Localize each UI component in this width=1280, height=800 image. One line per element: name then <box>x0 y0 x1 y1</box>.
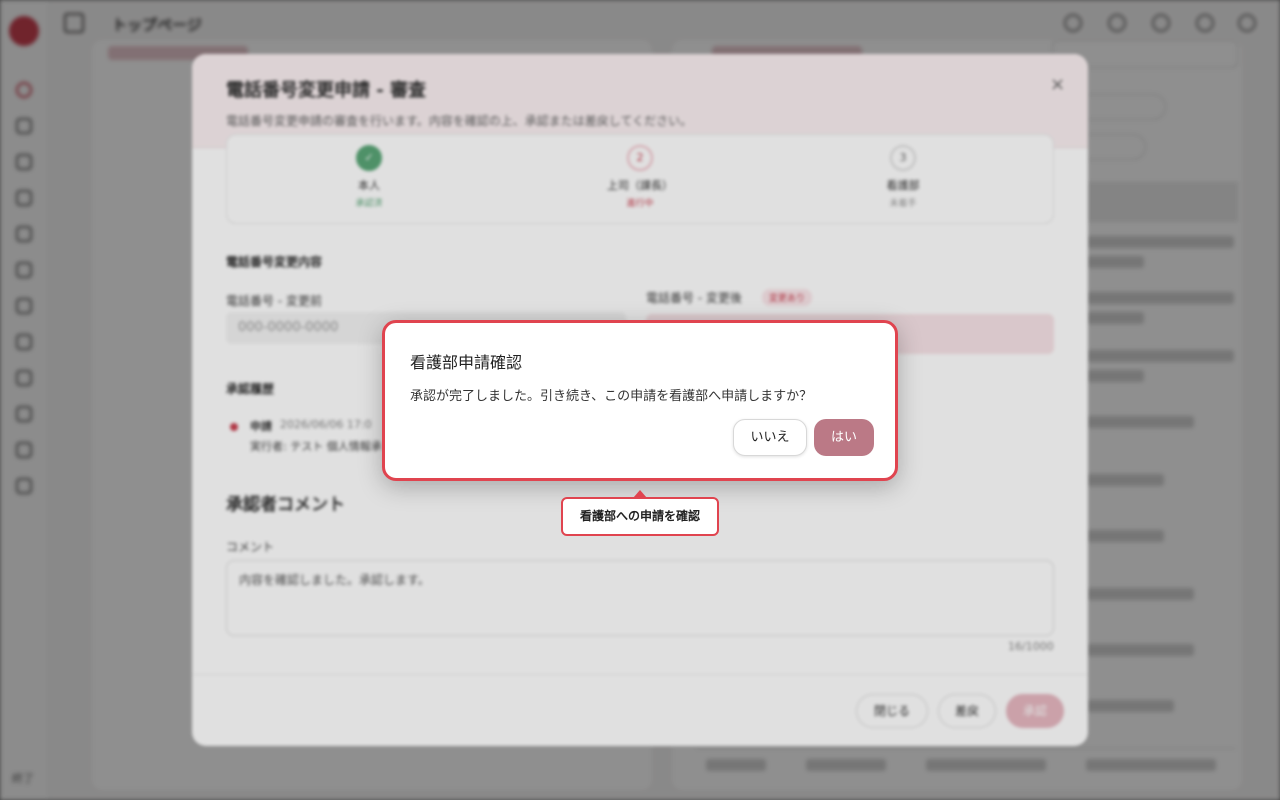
dialog-title: 看護部申請確認 <box>410 353 523 372</box>
dialog-message: 承認が完了しました。引き続き、この申請を看護部へ申請しますか？ <box>410 389 813 404</box>
annotation-callout: 看護部への申請を確認 <box>561 497 719 536</box>
yes-button[interactable]: はい <box>814 419 874 456</box>
no-button[interactable]: いいえ <box>733 419 807 456</box>
nursing-confirm-dialog: 看護部申請確認 承認が完了しました。引き続き、この申請を看護部へ申請しますか？ … <box>382 320 898 481</box>
